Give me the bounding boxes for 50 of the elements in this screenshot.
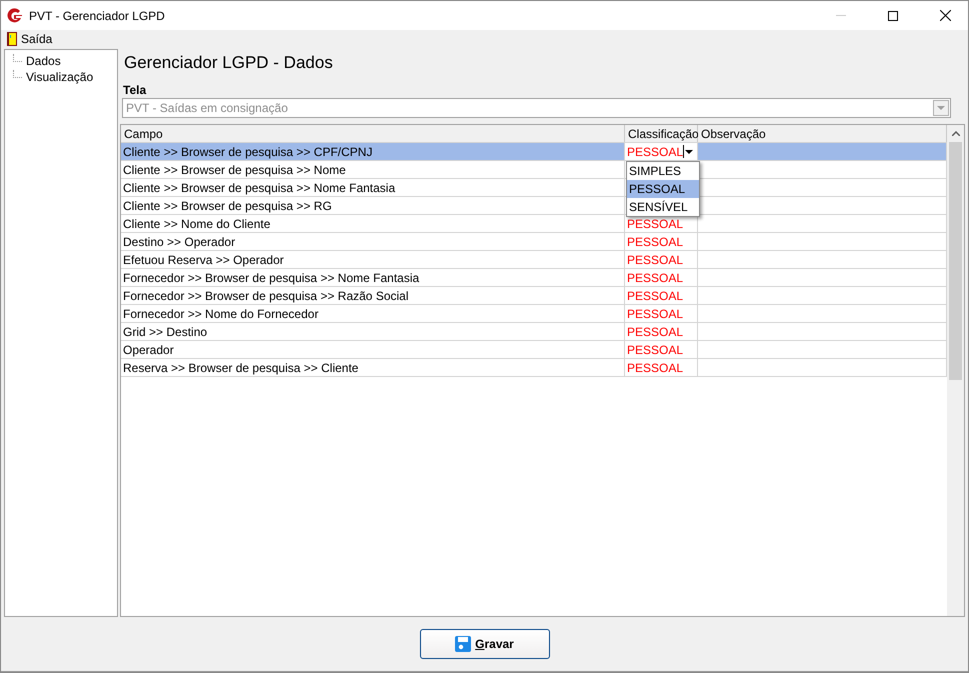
table-cell: Efetuou Reserva >> Operador — [121, 251, 625, 268]
table-cell: Cliente >> Browser de pesquisa >> Nome Fantasia — [121, 179, 625, 196]
close-icon — [940, 10, 950, 21]
table-row[interactable]: Efetuou Reserva >> Operador PESSOAL — [121, 251, 947, 269]
table-cell: Fornecedor >> Nome do Fornecedor — [121, 305, 625, 322]
table-cell: Operador — [121, 341, 625, 358]
table-cell: PESSOAL — [625, 233, 698, 250]
dropdown-option[interactable]: PESSOAL — [627, 180, 699, 198]
minimize-icon — [836, 15, 846, 16]
scrollbar[interactable] — [947, 125, 964, 616]
table-row[interactable]: Cliente >> Browser de pesquisa >> CPF/CPNJ PESSOAL — [121, 143, 947, 161]
table-cell: PESSOAL — [625, 359, 698, 376]
table-cell: Fornecedor >> Browser de pesquisa >> Nome Fantasia — [121, 269, 625, 286]
tree-item[interactable]: Visualização — [24, 70, 96, 84]
dropdown-option[interactable]: SENSÍVEL — [627, 198, 699, 216]
page-heading: Gerenciador LGPD - Dados — [123, 52, 334, 74]
table-cell: PESSOAL — [625, 287, 698, 304]
dropdown-option[interactable]: SIMPLES — [627, 162, 699, 180]
column-header[interactable]: Observação — [698, 125, 947, 142]
scroll-up-icon — [952, 131, 960, 136]
table-row[interactable]: Fornecedor >> Browser de pesquisa >> Razão Social PESSOAL — [121, 287, 947, 305]
table-row[interactable]: Operador PESSOAL — [121, 341, 947, 359]
classification-editor[interactable]: PESSOAL — [625, 143, 698, 160]
table-cell: Destino >> Operador — [121, 233, 625, 250]
table-cell: PESSOAL — [625, 323, 698, 340]
column-header[interactable]: Classificação — [625, 125, 698, 142]
table-row[interactable]: Reserva >> Browser de pesquisa >> Cliente PESSOAL — [121, 359, 947, 377]
table-cell: PESSOAL — [625, 251, 698, 268]
table-cell: Grid >> Destino — [121, 323, 625, 340]
column-header[interactable]: Campo — [121, 125, 625, 142]
table-cell: PESSOAL — [625, 341, 698, 358]
tree-item[interactable]: Dados — [24, 54, 63, 68]
table-cell: Cliente >> Nome do Cliente — [121, 215, 625, 232]
table-row[interactable]: Fornecedor >> Browser de pesquisa >> Nome Fantasia PESSOAL — [121, 269, 947, 287]
table-cell: Fornecedor >> Browser de pesquisa >> Razão Social — [121, 287, 625, 304]
table-cell: Cliente >> Browser de pesquisa >> RG — [121, 197, 625, 214]
window-title: PVT - Gerenciador LGPD — [29, 8, 166, 22]
table-cell: PESSOAL — [625, 305, 698, 322]
table-cell: PESSOAL — [625, 269, 698, 286]
menu-item[interactable]: Saída — [5, 32, 54, 46]
save-button[interactable]: Gravar — [420, 629, 550, 659]
logo-icon — [7, 8, 23, 24]
table-cell: Cliente >> Browser de pesquisa >> Nome — [121, 161, 625, 178]
field-label: Tela — [122, 83, 148, 98]
table-row[interactable]: Destino >> Operador PESSOAL — [121, 233, 947, 251]
door-icon — [7, 32, 17, 46]
table-row[interactable]: Fornecedor >> Nome do Fornecedor PESSOAL — [121, 305, 947, 323]
table-row[interactable]: Grid >> Destino PESSOAL — [121, 323, 947, 341]
table-cell: Reserva >> Browser de pesquisa >> Cliente — [121, 359, 625, 376]
maximize-icon — [888, 10, 898, 20]
